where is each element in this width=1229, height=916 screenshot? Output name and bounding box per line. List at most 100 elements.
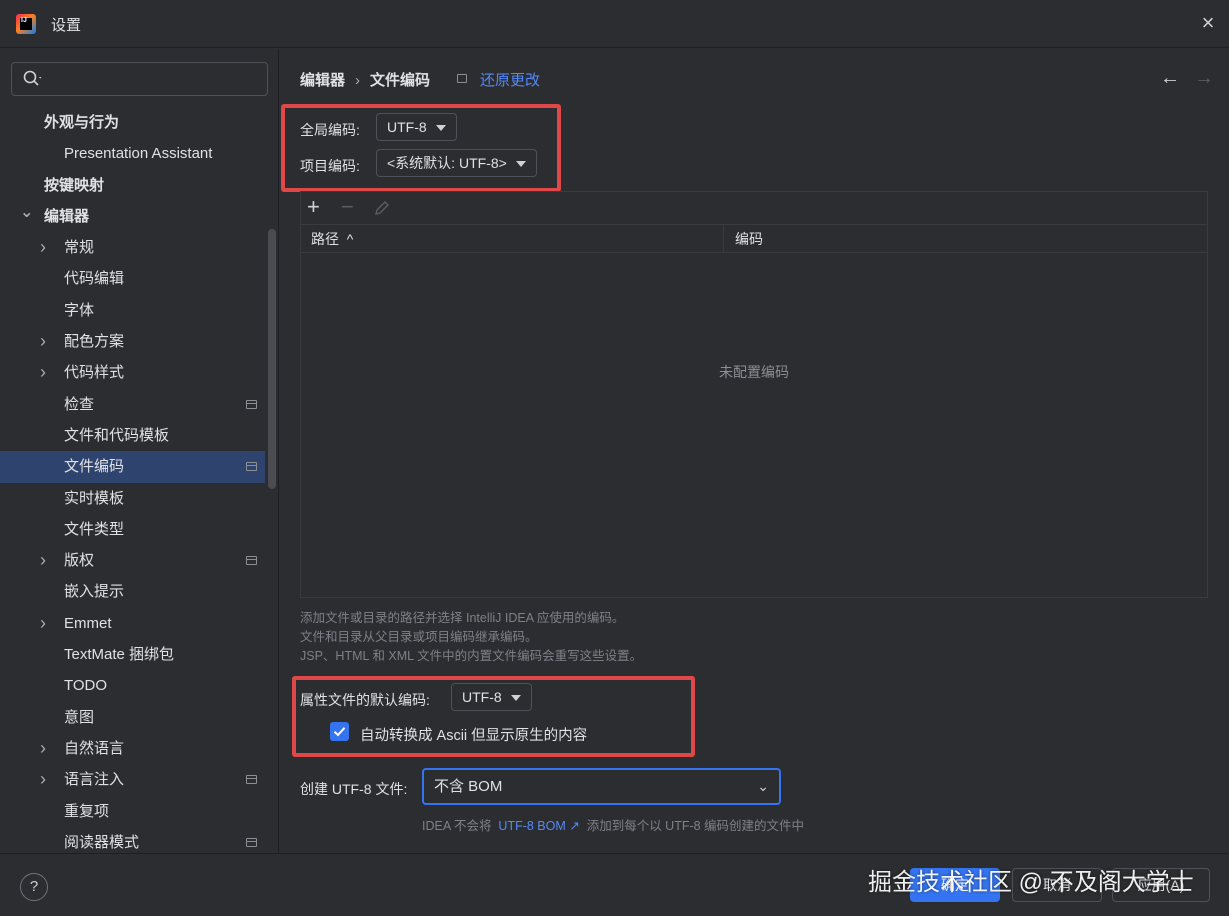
table-toolbar: + − xyxy=(301,192,1207,224)
properties-encoding-label: 属性文件的默认编码: xyxy=(300,692,430,708)
breadcrumb-current: 文件编码 xyxy=(370,72,431,89)
breadcrumb: 编辑器 › 文件编码 xyxy=(300,69,430,90)
cancel-button[interactable]: 取消 xyxy=(1012,868,1102,902)
breadcrumb-parent[interactable]: 编辑器 xyxy=(300,72,345,89)
sidebar-item-label: 字体 xyxy=(64,301,95,319)
bom-hint-prefix: IDEA 不会将 xyxy=(422,819,492,833)
sidebar-item[interactable]: › 语言注入 xyxy=(0,764,265,795)
forward-arrow-icon[interactable]: → xyxy=(1194,67,1214,90)
sidebar-item-label: 自然语言 xyxy=(64,739,125,757)
sidebar-item[interactable]: 文件编码 xyxy=(0,451,265,483)
properties-encoding-select[interactable]: UTF-8 xyxy=(451,683,532,711)
chevron-right-icon[interactable]: › xyxy=(40,326,54,357)
sidebar-item[interactable]: 按键映射 xyxy=(0,170,265,201)
sidebar-item-label: 外观与行为 xyxy=(44,114,120,131)
hint-line-1: 添加文件或目录的路径并选择 IntelliJ IDEA 应使用的编码。 xyxy=(300,611,625,625)
sort-ascending-icon: ^ xyxy=(346,231,354,247)
project-encoding-value: <系统默认: UTF-8> xyxy=(387,155,507,171)
window-title: 设置 xyxy=(51,17,82,34)
apply-button[interactable]: 应用(A) xyxy=(1112,868,1210,902)
chevron-right-icon[interactable]: › xyxy=(40,608,54,639)
sidebar-item-label: 检查 xyxy=(64,395,95,413)
sidebar-item[interactable]: 实时模板 xyxy=(0,483,265,514)
sidebar-item-label: 常规 xyxy=(64,239,95,257)
column-path[interactable]: 路径 ^ xyxy=(311,225,353,253)
sidebar-item-label: 文件类型 xyxy=(64,520,125,538)
sidebar-item-label: 代码编辑 xyxy=(64,270,125,288)
project-scope-icon xyxy=(246,775,257,785)
bom-hint-suffix: 添加到每个以 UTF-8 编码创建的文件中 xyxy=(586,819,805,833)
sidebar-item[interactable]: › 代码样式 xyxy=(0,357,265,388)
global-encoding-value: UTF-8 xyxy=(387,119,427,135)
chevron-right-icon[interactable]: › xyxy=(40,733,54,764)
chevron-right-icon[interactable]: › xyxy=(40,764,54,795)
sidebar-item[interactable]: Presentation Assistant xyxy=(0,138,265,169)
dialog-footer: ? 确定 取消 应用(A) xyxy=(0,853,1229,916)
sidebar-item-label: 实时模板 xyxy=(64,489,125,507)
help-button[interactable]: ? xyxy=(20,873,48,901)
reset-changes-link[interactable]: 还原更改 xyxy=(480,69,540,90)
intellij-logo-icon: IJ xyxy=(16,14,36,34)
sidebar-item-label: Emmet xyxy=(64,614,112,632)
sidebar-item-label: TODO xyxy=(64,677,108,695)
external-link-icon: ↗ xyxy=(569,819,580,833)
project-scope-icon xyxy=(246,399,257,409)
sidebar-item[interactable]: › 常规 xyxy=(0,232,265,263)
project-scope-icon xyxy=(246,837,257,847)
chevron-down-icon: ⌄ xyxy=(757,778,769,794)
chevron-right-icon[interactable]: › xyxy=(40,232,54,263)
project-encoding-select[interactable]: <系统默认: UTF-8> xyxy=(376,149,537,177)
bom-select[interactable]: 不含 BOM ⌄ xyxy=(422,768,781,805)
sidebar-item[interactable]: TODO xyxy=(0,670,265,701)
sidebar-item[interactable]: 重复项 xyxy=(0,796,265,827)
search-input[interactable] xyxy=(11,62,268,96)
title-bar: IJ 设置 × xyxy=(0,0,1229,48)
sidebar-item[interactable]: 意图 xyxy=(0,702,265,733)
dropdown-caret-icon xyxy=(511,695,521,701)
sidebar-item[interactable]: 代码编辑 xyxy=(0,263,265,294)
sidebar-item[interactable]: 阅读器模式 xyxy=(0,827,265,853)
sidebar-item-label: 意图 xyxy=(64,708,95,726)
encoding-mapping-table: + − 路径 ^ 编码 未配置编码 xyxy=(300,191,1208,598)
sidebar-item[interactable]: 检查 xyxy=(0,389,265,420)
sidebar-item-label: 阅读器模式 xyxy=(64,833,140,851)
remove-icon[interactable]: − xyxy=(341,194,354,220)
chevron-down-icon[interactable]: ⌄ xyxy=(20,197,34,228)
sidebar-item[interactable]: TextMate 捆绑包 xyxy=(0,639,265,670)
sidebar-item[interactable]: 文件类型 xyxy=(0,514,265,545)
bom-hint: IDEA 不会将 UTF-8 BOM ↗ 添加到每个以 UTF-8 编码创建的文… xyxy=(422,815,804,834)
project-scope-icon xyxy=(246,556,257,566)
global-encoding-label: 全局编码: xyxy=(300,122,360,138)
sidebar-item[interactable]: › Emmet xyxy=(0,608,265,639)
sidebar-item[interactable]: › 版权 xyxy=(0,545,265,576)
global-encoding-select[interactable]: UTF-8 xyxy=(376,113,457,141)
sidebar-item-label: 代码样式 xyxy=(64,364,125,382)
sidebar-item[interactable]: 外观与行为 xyxy=(0,107,265,138)
sidebar-scrollbar[interactable] xyxy=(268,229,276,489)
sidebar-item[interactable]: › 配色方案 xyxy=(0,326,265,357)
column-divider[interactable] xyxy=(723,225,724,253)
column-encoding[interactable]: 编码 xyxy=(735,225,763,253)
back-arrow-icon[interactable]: ← xyxy=(1160,67,1180,90)
sidebar-item[interactable]: 文件和代码模板 xyxy=(0,420,265,451)
hint-line-2: 文件和目录从父目录或项目编码继承编码。 xyxy=(300,630,538,644)
project-scope-icon xyxy=(457,74,467,83)
main-panel: 编辑器 › 文件编码 还原更改 ← → 全局编码: UTF-8 项目编码: <系统默… xyxy=(280,49,1229,853)
sidebar-item[interactable]: 嵌入提示 xyxy=(0,576,265,607)
ascii-convert-checkbox[interactable] xyxy=(330,722,349,741)
dropdown-caret-icon xyxy=(516,161,526,167)
chevron-right-icon[interactable]: › xyxy=(40,357,54,388)
hint-line-3: JSP、HTML 和 XML 文件中的内置文件编码会重写这些设置。 xyxy=(300,649,643,663)
utf8-bom-link[interactable]: UTF-8 BOM ↗ xyxy=(498,819,579,833)
sidebar-item-label: TextMate 捆绑包 xyxy=(64,646,175,664)
close-icon[interactable]: × xyxy=(1197,12,1219,34)
edit-pencil-icon[interactable] xyxy=(373,199,391,217)
sidebar-item[interactable]: › 自然语言 xyxy=(0,733,265,764)
ok-button[interactable]: 确定 xyxy=(910,868,1000,902)
ascii-convert-label[interactable]: 自动转换成 Ascii 但显示原生的内容 xyxy=(360,724,587,745)
add-icon[interactable]: + xyxy=(307,194,320,220)
chevron-right-icon[interactable]: › xyxy=(40,545,54,576)
sidebar-item-label: 配色方案 xyxy=(64,333,125,351)
sidebar-item[interactable]: 字体 xyxy=(0,295,265,326)
sidebar-item[interactable]: ⌄ 编辑器 xyxy=(0,201,265,232)
